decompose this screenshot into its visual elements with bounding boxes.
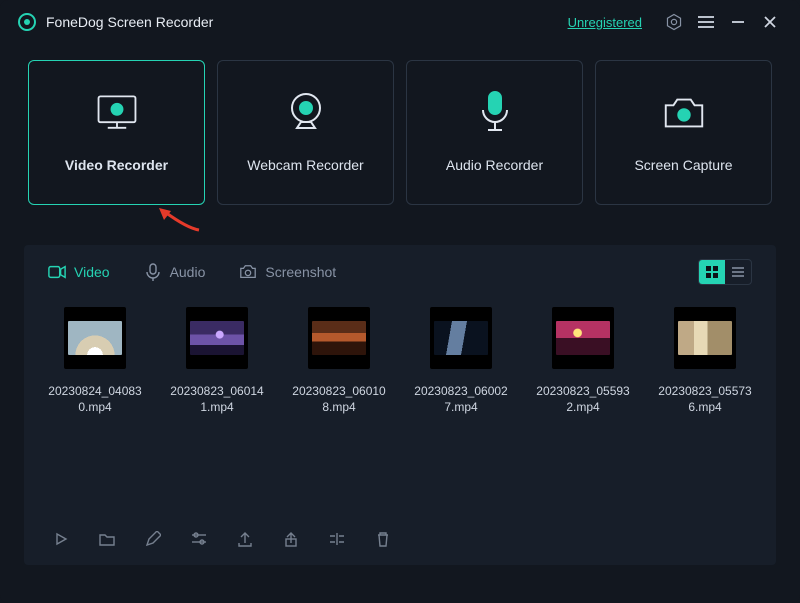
thumbnail	[430, 307, 492, 369]
share-button[interactable]	[282, 530, 300, 548]
file-item[interactable]: 20230823_060108.mp4	[290, 307, 388, 415]
rename-button[interactable]	[144, 530, 162, 548]
camera-icon	[660, 93, 708, 133]
delete-button[interactable]	[374, 530, 392, 548]
minimize-icon[interactable]	[726, 10, 750, 34]
file-name: 20230823_060141.mp4	[168, 383, 266, 415]
file-item[interactable]: 20230823_060141.mp4	[168, 307, 266, 415]
mode-screen-capture[interactable]: Screen Capture	[595, 60, 772, 205]
mode-label: Webcam Recorder	[247, 157, 363, 173]
thumbnail	[186, 307, 248, 369]
file-name: 20230823_055932.mp4	[534, 383, 632, 415]
file-name: 20230824_040830.mp4	[46, 383, 144, 415]
file-name: 20230823_060108.mp4	[290, 383, 388, 415]
tab-label: Video	[74, 264, 110, 280]
mode-video-recorder[interactable]: Video Recorder	[28, 60, 205, 205]
settings-gear-icon[interactable]	[662, 10, 686, 34]
mode-audio-recorder[interactable]: Audio Recorder	[406, 60, 583, 205]
open-folder-button[interactable]	[98, 530, 116, 548]
tab-label: Audio	[170, 264, 206, 280]
merge-button[interactable]	[328, 530, 346, 548]
library-tab-video[interactable]: Video	[48, 264, 110, 280]
thumbnail	[552, 307, 614, 369]
close-icon[interactable]	[758, 10, 782, 34]
library-tab-screenshot[interactable]: Screenshot	[239, 264, 336, 280]
thumbnail	[674, 307, 736, 369]
file-name: 20230823_060027.mp4	[412, 383, 510, 415]
mode-label: Video Recorder	[65, 157, 168, 173]
audio-icon	[144, 265, 162, 279]
file-item[interactable]: 20230824_040830.mp4	[46, 307, 144, 415]
thumbnail	[64, 307, 126, 369]
preferences-button[interactable]	[190, 530, 208, 548]
video-icon	[48, 265, 66, 279]
register-link[interactable]: Unregistered	[568, 15, 642, 30]
mode-webcam-recorder[interactable]: Webcam Recorder	[217, 60, 394, 205]
thumbnail	[308, 307, 370, 369]
library-panel: Video Audio Screenshot	[24, 245, 776, 565]
microphone-icon	[471, 93, 519, 133]
file-name: 20230823_055736.mp4	[656, 383, 754, 415]
mode-label: Screen Capture	[634, 157, 732, 173]
app-logo	[18, 13, 36, 31]
tab-label: Screenshot	[265, 264, 336, 280]
file-item[interactable]: 20230823_055736.mp4	[656, 307, 754, 415]
mode-label: Audio Recorder	[446, 157, 543, 173]
export-button[interactable]	[236, 530, 254, 548]
webcam-icon	[282, 93, 330, 133]
screenshot-icon	[239, 265, 257, 279]
app-title: FoneDog Screen Recorder	[46, 14, 213, 30]
view-grid-button[interactable]	[699, 260, 725, 284]
file-item[interactable]: 20230823_055932.mp4	[534, 307, 632, 415]
monitor-icon	[93, 93, 141, 133]
play-button[interactable]	[52, 530, 70, 548]
view-list-button[interactable]	[725, 260, 751, 284]
annotation-arrow-icon	[157, 208, 201, 232]
library-tab-audio[interactable]: Audio	[144, 264, 206, 280]
main-menu-icon[interactable]	[694, 10, 718, 34]
file-item[interactable]: 20230823_060027.mp4	[412, 307, 510, 415]
